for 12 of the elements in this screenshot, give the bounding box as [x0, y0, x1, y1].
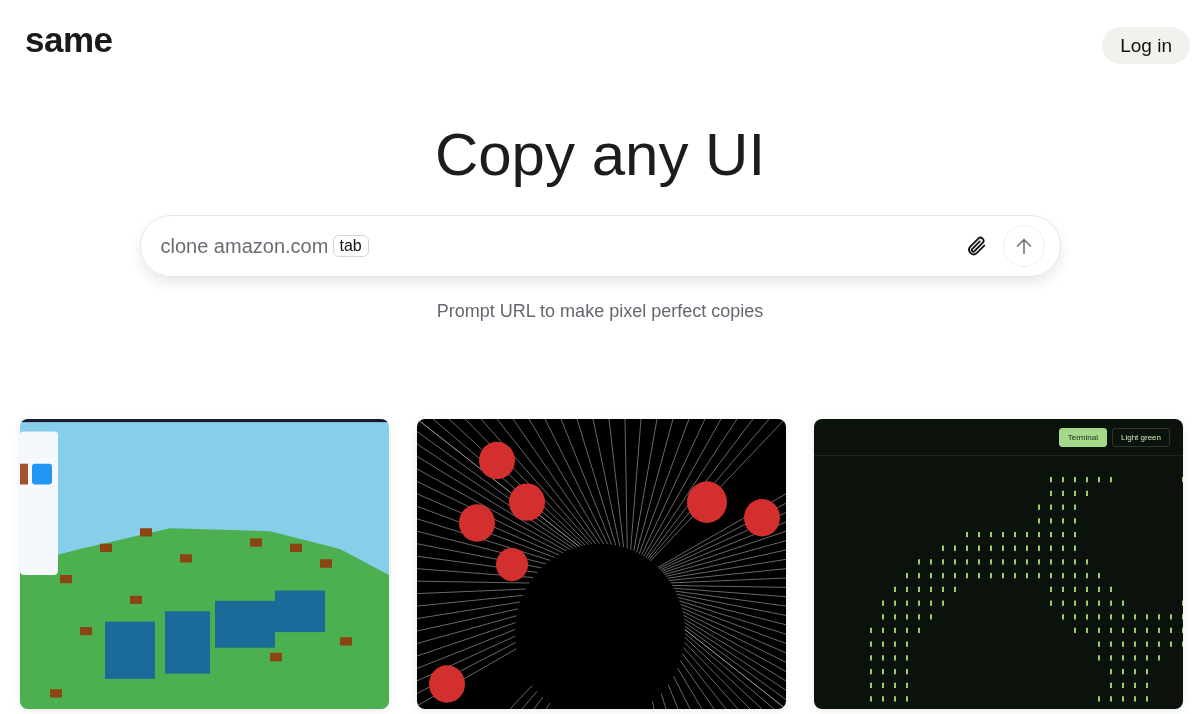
submit-button[interactable]	[1002, 225, 1045, 267]
login-button[interactable]: Log in	[1102, 27, 1190, 64]
theme-button[interactable]: Terminal	[1058, 428, 1107, 447]
theme-button[interactable]: Light green	[1111, 428, 1170, 447]
page-heading: Copy any UI	[433, 120, 767, 190]
terminal-app-thumbnail[interactable]: Terminal Light green	[814, 419, 1183, 709]
wireframe-render-thumbnail[interactable]	[417, 419, 786, 709]
voxel-scene-thumbnail[interactable]	[20, 419, 389, 709]
logo[interactable]: same	[25, 20, 113, 60]
subtitle: Prompt URL to make pixel perfect copies	[435, 301, 765, 322]
prompt-input[interactable]: clone amazon.com	[160, 234, 327, 258]
key-hint-chip: tab	[332, 235, 369, 257]
